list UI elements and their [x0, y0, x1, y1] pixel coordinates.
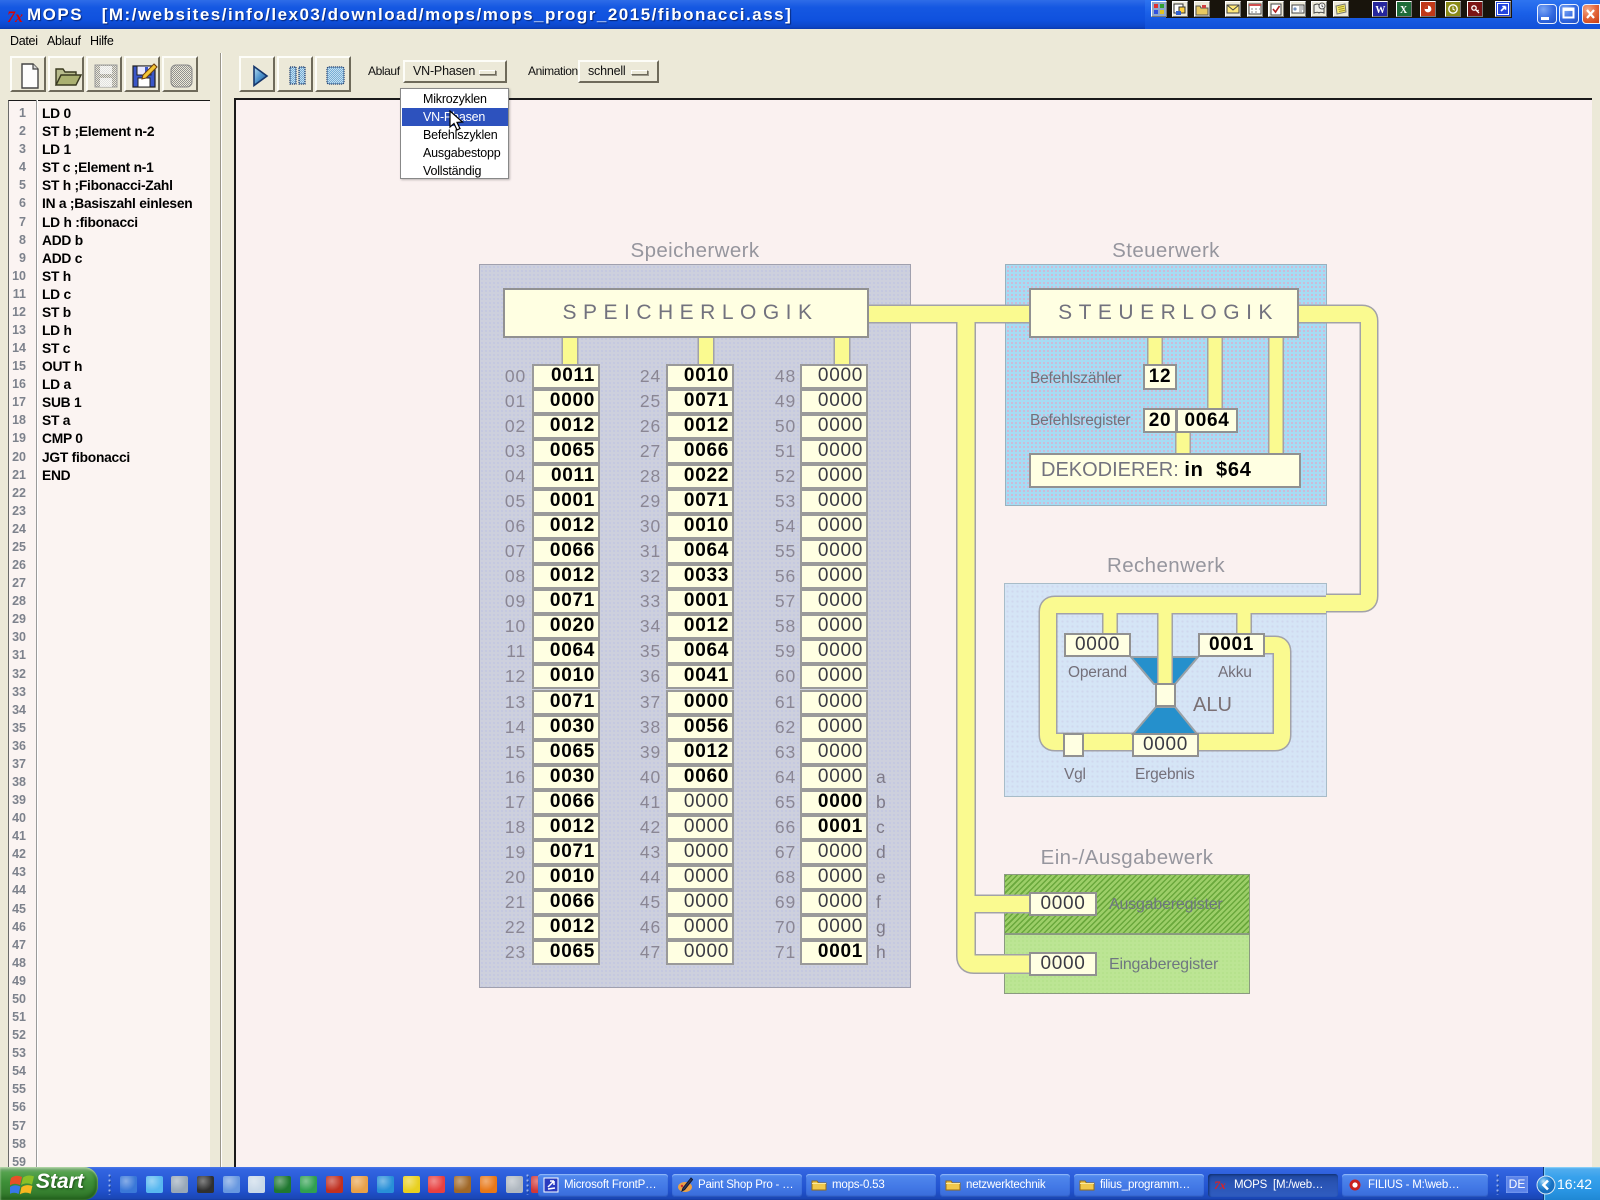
- svg-text:7x: 7x: [7, 9, 23, 26]
- svg-text:W: W: [1375, 5, 1385, 16]
- svg-text:X: X: [1400, 5, 1408, 16]
- svg-text:7x: 7x: [1214, 1178, 1226, 1192]
